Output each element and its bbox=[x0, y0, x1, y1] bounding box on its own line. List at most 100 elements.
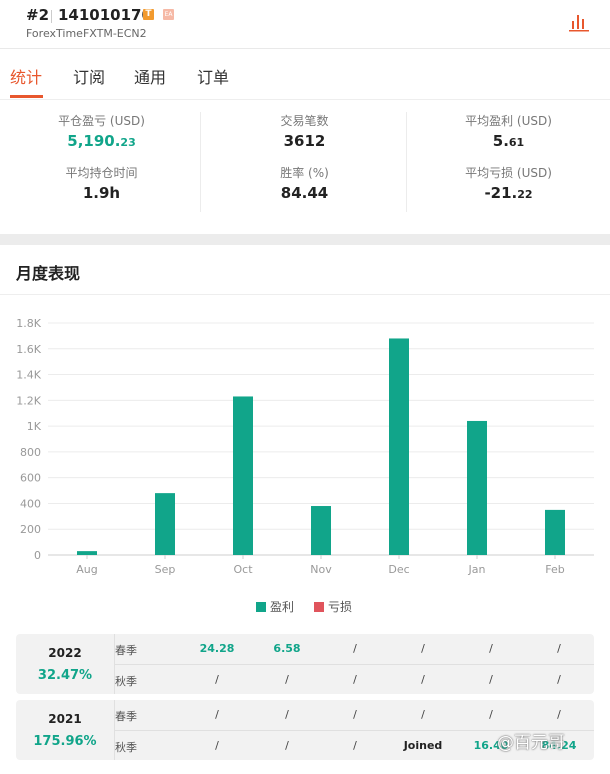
month-cell: / bbox=[285, 708, 289, 721]
broker-name: ForexTimeFXTM-ECN2 bbox=[26, 27, 147, 40]
bar bbox=[467, 420, 487, 555]
legend-swatch-profit bbox=[256, 602, 266, 612]
stat-label-avg-profit: 平均盈利 (USD) bbox=[465, 114, 552, 128]
bar bbox=[389, 338, 409, 555]
season-row: 春季 / / / / / / bbox=[115, 700, 594, 729]
stat-value-win-rate: 84.44 bbox=[280, 184, 329, 202]
bar bbox=[155, 493, 175, 555]
y-tick-label: 200 bbox=[20, 523, 41, 536]
legend-item-loss[interactable]: 亏损 bbox=[314, 598, 352, 615]
stat-value-pnl: 5,190.23 bbox=[67, 132, 136, 150]
tab-subscribe[interactable]: 订阅 bbox=[73, 64, 105, 88]
year-label: 2022 bbox=[48, 646, 82, 660]
stat-value-trades: 3612 bbox=[283, 132, 326, 150]
year-summary: 2022 32.47% bbox=[16, 634, 114, 694]
x-tick-label: Feb bbox=[545, 563, 564, 576]
stats-column-3: 平均盈利 (USD) 5.61 平均亏损 (USD) -21.22 bbox=[407, 100, 610, 234]
month-cell: / bbox=[353, 642, 357, 655]
tab-statistics[interactable]: 统计 bbox=[10, 64, 42, 88]
month-cell: / bbox=[285, 739, 289, 752]
legend-swatch-loss bbox=[314, 602, 324, 612]
x-tick-label: Jan bbox=[468, 563, 486, 576]
y-tick-label: 1K bbox=[27, 420, 42, 433]
watermark: @百元哥 bbox=[497, 733, 565, 753]
month-cell: / bbox=[421, 708, 425, 721]
x-tick-label: Nov bbox=[310, 563, 332, 576]
y-tick-label: 1.4K bbox=[16, 369, 41, 382]
tab-general[interactable]: 通用 bbox=[134, 64, 166, 88]
season-label: 秋季 bbox=[115, 675, 137, 688]
season-label: 春季 bbox=[115, 644, 137, 657]
ea-badge: EA bbox=[163, 9, 174, 20]
season-label: 秋季 bbox=[115, 741, 137, 754]
season-label: 春季 bbox=[115, 710, 137, 723]
rank-number: #2 bbox=[26, 6, 50, 24]
y-tick-label: 1.2K bbox=[16, 394, 41, 407]
stats-divider bbox=[406, 112, 407, 212]
stat-value-avg-loss: -21.22 bbox=[484, 184, 533, 202]
month-cell: / bbox=[421, 673, 425, 686]
account-header: #2 141010170 T EA ForexTimeFXTM-ECN2 bbox=[0, 0, 610, 49]
month-cell: / bbox=[421, 642, 425, 655]
stat-label-avg-loss: 平均亏损 (USD) bbox=[465, 166, 552, 180]
chart-legend: 盈利 亏损 bbox=[0, 598, 610, 618]
tab-bar: 统计 订阅 通用 订单 bbox=[0, 49, 610, 100]
month-cell: Joined bbox=[403, 739, 443, 752]
stat-label-win-rate: 胜率 (%) bbox=[280, 166, 329, 180]
legend-item-profit[interactable]: 盈利 bbox=[256, 598, 294, 615]
account-number: 141010170 bbox=[58, 6, 152, 24]
month-cell: / bbox=[489, 642, 493, 655]
y-tick-label: 0 bbox=[34, 549, 41, 562]
active-tab-indicator bbox=[10, 95, 43, 98]
bar bbox=[233, 396, 253, 555]
stat-label-pnl: 平仓盈亏 (USD) bbox=[58, 114, 145, 128]
month-cell: / bbox=[557, 708, 561, 721]
header-divider bbox=[51, 10, 52, 23]
month-cell: 24.28 bbox=[199, 642, 235, 655]
month-cell: / bbox=[489, 673, 493, 686]
month-cell: / bbox=[215, 739, 219, 752]
stat-value-avg-profit: 5.61 bbox=[492, 132, 525, 150]
x-tick-label: Oct bbox=[233, 563, 253, 576]
month-cell: / bbox=[489, 708, 493, 721]
trader-badge: T bbox=[143, 9, 154, 20]
stat-value-hold-time: 1.9h bbox=[82, 184, 121, 202]
bar bbox=[77, 551, 97, 555]
x-tick-label: Dec bbox=[388, 563, 409, 576]
stat-label-hold-time: 平均持仓时间 bbox=[65, 166, 138, 180]
bar bbox=[545, 509, 565, 555]
y-tick-label: 1.8K bbox=[16, 317, 41, 330]
tab-orders[interactable]: 订单 bbox=[197, 64, 229, 88]
month-cell: 6.58 bbox=[273, 642, 301, 655]
year-card-2022: 2022 32.47% 春季 24.28 6.58 / / / / 秋季 / /… bbox=[16, 634, 594, 694]
year-return: 32.47% bbox=[37, 668, 93, 683]
year-summary: 2021 175.96% bbox=[16, 700, 114, 760]
season-row: 春季 24.28 6.58 / / / / bbox=[115, 634, 594, 663]
month-cell: / bbox=[215, 708, 219, 721]
y-tick-label: 400 bbox=[20, 497, 41, 510]
bar-chart-icon[interactable] bbox=[568, 12, 590, 32]
y-tick-label: 1.6K bbox=[16, 343, 41, 356]
stats-panel: 平仓盈亏 (USD) 5,190.23 平均持仓时间 1.9h 交易笔数 361… bbox=[0, 100, 610, 234]
stats-divider bbox=[200, 112, 201, 212]
stats-column-1: 平仓盈亏 (USD) 5,190.23 平均持仓时间 1.9h bbox=[0, 100, 203, 234]
month-cell: / bbox=[353, 708, 357, 721]
month-cell: / bbox=[557, 642, 561, 655]
x-tick-label: Aug bbox=[76, 563, 97, 576]
stat-label-trades: 交易笔数 bbox=[280, 114, 329, 128]
x-tick-label: Sep bbox=[155, 563, 176, 576]
month-cell: / bbox=[557, 673, 561, 686]
bar bbox=[311, 506, 331, 555]
y-tick-label: 800 bbox=[20, 446, 41, 459]
month-cell: / bbox=[215, 673, 219, 686]
section-divider bbox=[0, 294, 610, 295]
season-row: 秋季 / / / / / / bbox=[115, 664, 594, 694]
stats-column-2: 交易笔数 3612 胜率 (%) 84.44 bbox=[203, 100, 406, 234]
month-cell: / bbox=[353, 673, 357, 686]
month-cell: / bbox=[285, 673, 289, 686]
section-title-monthly: 月度表现 bbox=[16, 264, 81, 283]
section-spacer bbox=[0, 234, 610, 245]
y-tick-label: 600 bbox=[20, 472, 41, 485]
month-cell: / bbox=[353, 739, 357, 752]
monthly-bar-chart: 0 200 400 600 800 1K 1.2K 1.4K 1.6K 1.8K Aug Sep Oct… bbox=[16, 317, 594, 576]
